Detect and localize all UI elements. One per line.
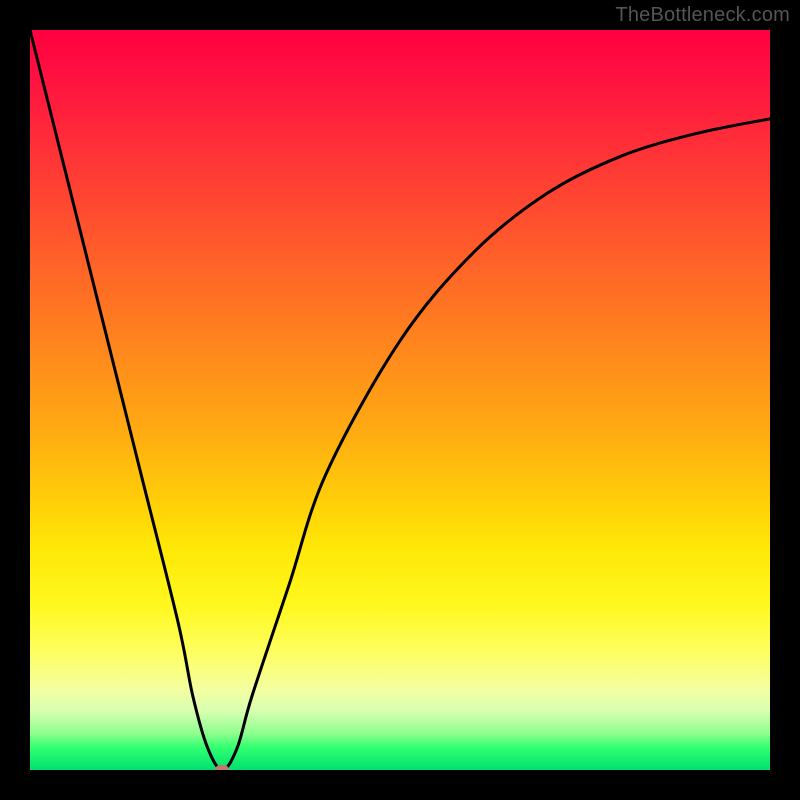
- watermark-text: TheBottleneck.com: [615, 4, 790, 27]
- optimal-point-marker: [215, 765, 229, 770]
- chart-frame: TheBottleneck.com: [0, 0, 800, 800]
- bottleneck-curve: [30, 30, 770, 770]
- curve-path: [30, 30, 770, 770]
- plot-area: [30, 30, 770, 770]
